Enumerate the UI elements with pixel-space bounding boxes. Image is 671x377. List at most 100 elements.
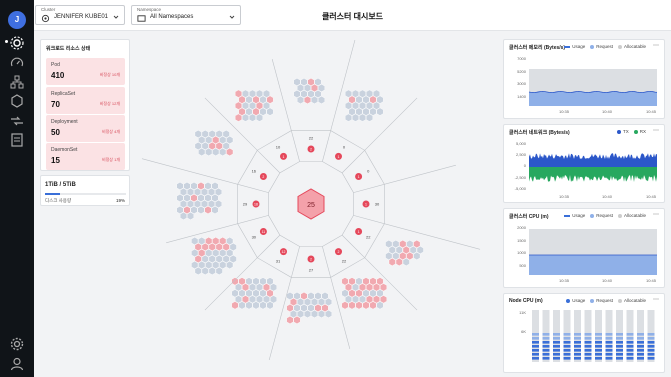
node-usage-segment <box>574 353 581 356</box>
more-options-icon[interactable]: ⋯ <box>653 42 659 49</box>
y-tick: -2,500 <box>515 175 527 180</box>
page-title: 클러스터 대시보드 <box>321 12 384 21</box>
user-icon[interactable] <box>9 356 25 372</box>
y-tick: 1500 <box>517 238 527 243</box>
sector-label: 10 <box>276 144 281 149</box>
resource-abnormal: 비정상 4개 <box>101 129 120 134</box>
pod-hex <box>344 113 353 122</box>
sidebar: J <box>0 0 34 377</box>
pod-hex <box>234 113 243 122</box>
sector-label: 16 <box>252 169 257 174</box>
sector-badge-count: 2 <box>310 148 312 152</box>
pod-hex <box>303 309 312 319</box>
node-usage-segment <box>563 333 571 336</box>
y-tick: 5200 <box>517 69 527 74</box>
pod-hex <box>413 251 421 261</box>
node-usage-segment <box>574 341 581 344</box>
pod-hex <box>245 301 253 310</box>
node-usage-segment <box>595 345 602 348</box>
x-tick: 10:40 <box>602 109 613 114</box>
node-usage-segment <box>637 345 644 348</box>
resource-abnormal: 비정상 10개 <box>99 72 120 77</box>
top-bar: Cluster JENNIFER KUBE01 Namespace All Na… <box>34 0 671 31</box>
pod-hex <box>198 147 206 157</box>
chart-legend: Usage Request Allocatable <box>566 298 646 303</box>
y-tick: 5,000 <box>516 141 527 146</box>
pod-hex <box>238 301 246 310</box>
disk-usage-bar <box>45 193 126 195</box>
pod-hex <box>348 301 356 310</box>
legend-allocatable: Allocatable <box>623 44 646 49</box>
chart-title: 클러스터 네트워크 (Bytes/s) <box>509 130 570 136</box>
node-usage-segment <box>605 357 613 360</box>
node-usage-segment <box>563 353 571 356</box>
node-usage-segment <box>563 341 571 344</box>
node-usage-segment <box>563 337 571 340</box>
more-options-icon[interactable]: ⋯ <box>653 211 659 218</box>
memory-chart: 7000 5200 3000 1400 10:35 10:40 10:45 <box>517 56 658 114</box>
network-icon[interactable] <box>9 113 25 129</box>
gauge-icon[interactable] <box>9 55 25 71</box>
sector-label: 22 <box>342 259 347 264</box>
node-usage-segment <box>626 333 634 336</box>
node-usage-segment <box>553 337 560 340</box>
resource-pod[interactable]: Pod 410 비정상 10개 <box>46 58 125 85</box>
pod-hex <box>266 301 274 310</box>
resource-daemonset[interactable]: DaemonSet 15 비정상 1개 <box>46 143 125 170</box>
node-usage-segment <box>584 337 592 340</box>
node-usage-segment <box>595 357 602 360</box>
node-usage-segment <box>647 333 655 336</box>
y-tick: 0 <box>524 163 527 168</box>
sector-label: 31 <box>276 259 281 264</box>
node-usage-segment <box>616 357 623 360</box>
pod-hex <box>406 251 414 261</box>
settings-icon[interactable] <box>9 35 25 51</box>
node-usage-segment <box>553 341 560 344</box>
pod-hex <box>204 205 212 215</box>
nodes-icon[interactable] <box>9 74 25 90</box>
x-tick: 10:35 <box>559 278 570 283</box>
node-usage-segment <box>574 349 581 352</box>
pod-hex <box>180 211 187 221</box>
pod-hex <box>197 205 205 215</box>
node-usage-segment <box>637 349 644 352</box>
cluster-hex-map[interactable]: 2200302222273130291610 211112212111821 2… <box>132 40 490 360</box>
sector-badge-count: 1 <box>283 155 285 159</box>
resource-replicaset[interactable]: ReplicaSet 70 비정상 12개 <box>46 87 125 114</box>
node-usage-segment <box>574 357 581 360</box>
app-logo[interactable]: J <box>8 11 26 29</box>
node-usage-segment <box>605 345 613 348</box>
x-tick: 10:40 <box>602 278 613 283</box>
sector-badge-count: 18 <box>254 203 258 207</box>
node-usage-segment <box>605 337 613 340</box>
report-icon[interactable] <box>9 132 25 148</box>
more-options-icon[interactable]: ⋯ <box>653 127 659 134</box>
node-usage-segment <box>563 357 571 360</box>
center-count: 25 <box>307 202 315 209</box>
node-usage-segment <box>637 337 644 340</box>
resource-count: 15 <box>51 156 60 165</box>
legend-tx: TX <box>622 129 629 134</box>
pod-hex <box>351 113 360 122</box>
cpu-chart: 2000 1500 1000 500 10:35 10:40 10:45 <box>517 225 657 283</box>
node-usage-segment <box>542 345 550 348</box>
x-tick: 10:45 <box>646 109 657 114</box>
gear-icon[interactable] <box>9 336 25 352</box>
node-usage-segment <box>605 341 613 344</box>
pod-hex <box>362 301 370 310</box>
pod-hex <box>369 301 377 310</box>
legend-usage: Usage <box>572 44 586 49</box>
pod-hex <box>212 147 220 157</box>
y-tick: 6K <box>521 329 526 334</box>
node-usage-segment <box>647 345 655 348</box>
node-usage-segment <box>637 357 644 360</box>
more-options-icon[interactable]: ⋯ <box>653 296 659 303</box>
node-usage-segment <box>584 341 592 344</box>
resource-deployment[interactable]: Deployment 50 비정상 4개 <box>46 115 125 142</box>
node-usage-segment <box>532 333 539 336</box>
disk-usage-label: 디스크 사용량 <box>45 198 72 203</box>
hexagon-icon[interactable] <box>9 93 25 109</box>
chart-title: 클러스터 CPU (m) <box>509 214 549 220</box>
x-tick: 10:40 <box>602 194 613 199</box>
node-usage-segment <box>605 353 613 356</box>
